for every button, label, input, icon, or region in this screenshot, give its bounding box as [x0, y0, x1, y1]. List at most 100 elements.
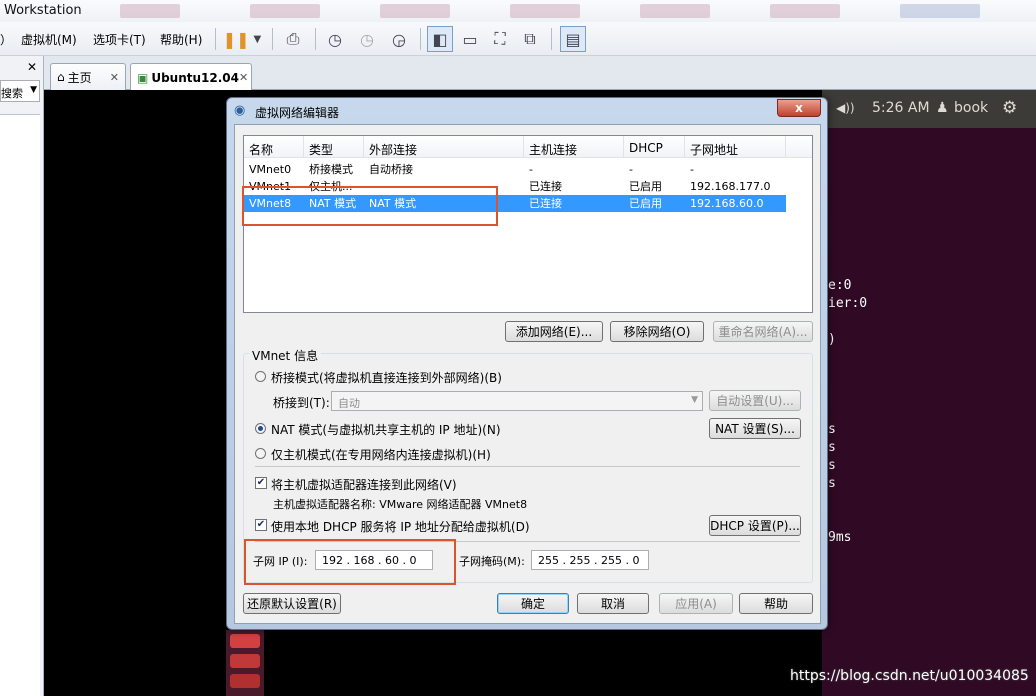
terminal[interactable]: e:0 ier:0 ) s s s s 9ms: [822, 128, 1036, 696]
send-keys-icon[interactable]: ⎙: [280, 26, 306, 52]
watermark-text: https://blog.csdn.net/u010034085: [790, 668, 1029, 684]
gear-icon[interactable]: ⚙: [1002, 98, 1017, 118]
subnet-mask-label: 子网掩码(M):: [459, 555, 525, 568]
chevron-down-icon[interactable]: ▼: [30, 85, 37, 95]
tab-ubuntu[interactable]: ▣ Ubuntu12.04 ✕: [130, 63, 252, 91]
toolbar-separator: [315, 28, 316, 50]
help-button[interactable]: 帮助: [739, 593, 813, 614]
restore-defaults-button[interactable]: 还原默认设置(R): [243, 593, 341, 614]
host-only-radio[interactable]: [255, 448, 266, 459]
tab-label: 主页: [67, 70, 92, 85]
divider: [255, 466, 800, 467]
column-header-external[interactable]: 外部连接: [364, 136, 524, 158]
remove-network-button[interactable]: 移除网络(O): [610, 321, 704, 342]
connect-adapter-checkbox[interactable]: ✔: [255, 477, 267, 489]
blurred-taskbar-item: [510, 4, 580, 18]
menu-item-help[interactable]: 帮助(H): [160, 31, 202, 48]
tab-close-icon[interactable]: ✕: [110, 71, 119, 84]
ubuntu-launcher-icon[interactable]: [226, 630, 264, 696]
table-row[interactable]: VMnet0 桥接模式 自动桥接 - - -: [244, 161, 786, 178]
rename-network-button[interactable]: 重命名网络(A)...: [713, 321, 813, 342]
network-globe-icon: ◉: [234, 103, 246, 118]
thumbnail-bar-icon[interactable]: ▭: [457, 26, 483, 52]
home-icon: ⌂: [57, 70, 65, 84]
auto-settings-button[interactable]: 自动设置(U)...: [709, 390, 801, 411]
adapter-name-text: 主机虚拟适配器名称: VMware 网络适配器 VMnet8: [273, 498, 528, 511]
menu-item-edit[interactable]: ）: [0, 31, 12, 48]
add-network-button[interactable]: 添加网络(E)...: [505, 321, 603, 342]
window-title: Workstation: [4, 3, 82, 18]
dialog-title: 虚拟网络编辑器: [255, 106, 340, 120]
user-icon: ♟: [936, 100, 949, 116]
cell-host: 已连接: [529, 197, 562, 210]
terminal-line: 9ms: [828, 530, 852, 545]
bridge-mode-label[interactable]: 桥接模式(将虚拟机直接连接到外部网络)(B): [271, 369, 502, 386]
cancel-button[interactable]: 取消: [577, 593, 649, 614]
cell-subnet: 192.168.177.0: [690, 180, 771, 193]
console-view-icon[interactable]: ▤: [560, 26, 586, 52]
network-list[interactable]: 名称 类型 外部连接 主机连接 DHCP 子网地址 VMnet0 桥接模式 自动…: [242, 135, 813, 313]
column-header-host[interactable]: 主机连接: [524, 136, 624, 158]
terminal-line: e:0: [828, 278, 852, 293]
tab-home[interactable]: ⌂ 主页 ✕: [50, 63, 126, 90]
column-header-subnet[interactable]: 子网地址: [685, 136, 786, 158]
terminal-line: s: [828, 422, 836, 437]
cell-dhcp: -: [629, 163, 633, 176]
nat-mode-radio[interactable]: [255, 423, 266, 434]
menu-item-tabs[interactable]: 选项卡(T): [93, 31, 146, 48]
ok-button[interactable]: 确定: [497, 593, 569, 614]
cell-host: -: [529, 163, 533, 176]
host-only-label[interactable]: 仅主机模式(在专用网络内连接虚拟机)(H): [271, 446, 491, 463]
sound-icon[interactable]: ◀)): [836, 101, 855, 115]
column-header-spacer: [786, 136, 812, 158]
column-header-dhcp[interactable]: DHCP: [624, 136, 685, 158]
snapshot-manager-icon[interactable]: ◶: [386, 26, 412, 52]
library-close-icon[interactable]: ✕: [27, 60, 37, 74]
dialog-body: 名称 类型 外部连接 主机连接 DHCP 子网地址 VMnet0 桥接模式 自动…: [234, 124, 821, 624]
blurred-taskbar-item: [120, 4, 180, 18]
vm-icon: ▣: [137, 70, 149, 85]
chevron-down-icon[interactable]: ▼: [691, 395, 698, 405]
vmnet-info-label: VMnet 信息: [249, 347, 322, 364]
ubuntu-clock[interactable]: 5:26 AM: [872, 100, 930, 116]
bridge-to-select[interactable]: 自动 ▼: [331, 391, 703, 411]
column-header-type[interactable]: 类型: [304, 136, 364, 158]
virtual-network-editor-dialog: ◉ 虚拟网络编辑器 x 名称 类型 外部连接 主机连接 DHCP 子网地址 VM…: [226, 97, 828, 630]
dialog-close-button[interactable]: x: [777, 99, 821, 117]
cell-subnet: -: [690, 163, 694, 176]
connect-adapter-label[interactable]: 将主机虚拟适配器连接到此网络(V): [271, 476, 457, 493]
tab-close-icon[interactable]: ✕: [239, 71, 248, 84]
annotation-highlight-box: [242, 186, 498, 226]
pause-icon[interactable]: ❚❚ ▼: [222, 26, 262, 52]
fullscreen-icon[interactable]: ⛶: [487, 26, 513, 52]
blurred-taskbar-item: [640, 4, 710, 18]
blurred-taskbar-item: [380, 4, 450, 18]
apply-button[interactable]: 应用(A): [659, 593, 733, 614]
toolbar-separator: [215, 28, 216, 50]
toolbar-separator: [551, 28, 552, 50]
use-dhcp-label[interactable]: 使用本地 DHCP 服务将 IP 地址分配给虚拟机(D): [271, 518, 530, 535]
library-search-input[interactable]: 搜索 ▼: [0, 80, 40, 102]
revert-snapshot-icon[interactable]: ◷: [354, 26, 380, 52]
dhcp-settings-button[interactable]: DHCP 设置(P)...: [709, 515, 801, 536]
column-header-name[interactable]: 名称: [244, 136, 304, 158]
toolbar-separator: [420, 28, 421, 50]
terminal-line: s: [828, 458, 836, 473]
blurred-taskbar-item: [900, 4, 980, 18]
menu-item-vm[interactable]: 虚拟机(M): [21, 31, 77, 48]
snapshot-icon[interactable]: ◷: [322, 26, 348, 52]
terminal-line: ier:0: [828, 296, 868, 311]
unity-icon[interactable]: ⧉: [517, 26, 543, 52]
nat-mode-label[interactable]: NAT 模式(与虚拟机共享主机的 IP 地址)(N): [271, 421, 501, 438]
toolbar-separator: [272, 28, 273, 50]
ubuntu-top-panel: ◀)) 5:26 AM ♟ book ⚙: [822, 90, 1036, 128]
show-library-icon[interactable]: ◧: [427, 26, 453, 52]
terminal-line: ): [828, 332, 836, 347]
cell-subnet: 192.168.60.0: [690, 197, 764, 210]
use-dhcp-checkbox[interactable]: ✔: [255, 519, 267, 531]
ubuntu-user[interactable]: book: [954, 100, 988, 116]
subnet-mask-input[interactable]: 255 . 255 . 255 . 0: [531, 550, 649, 570]
bridge-mode-radio[interactable]: [255, 371, 266, 382]
nat-settings-button[interactable]: NAT 设置(S)...: [709, 418, 801, 439]
cell-host: 已连接: [529, 180, 562, 193]
